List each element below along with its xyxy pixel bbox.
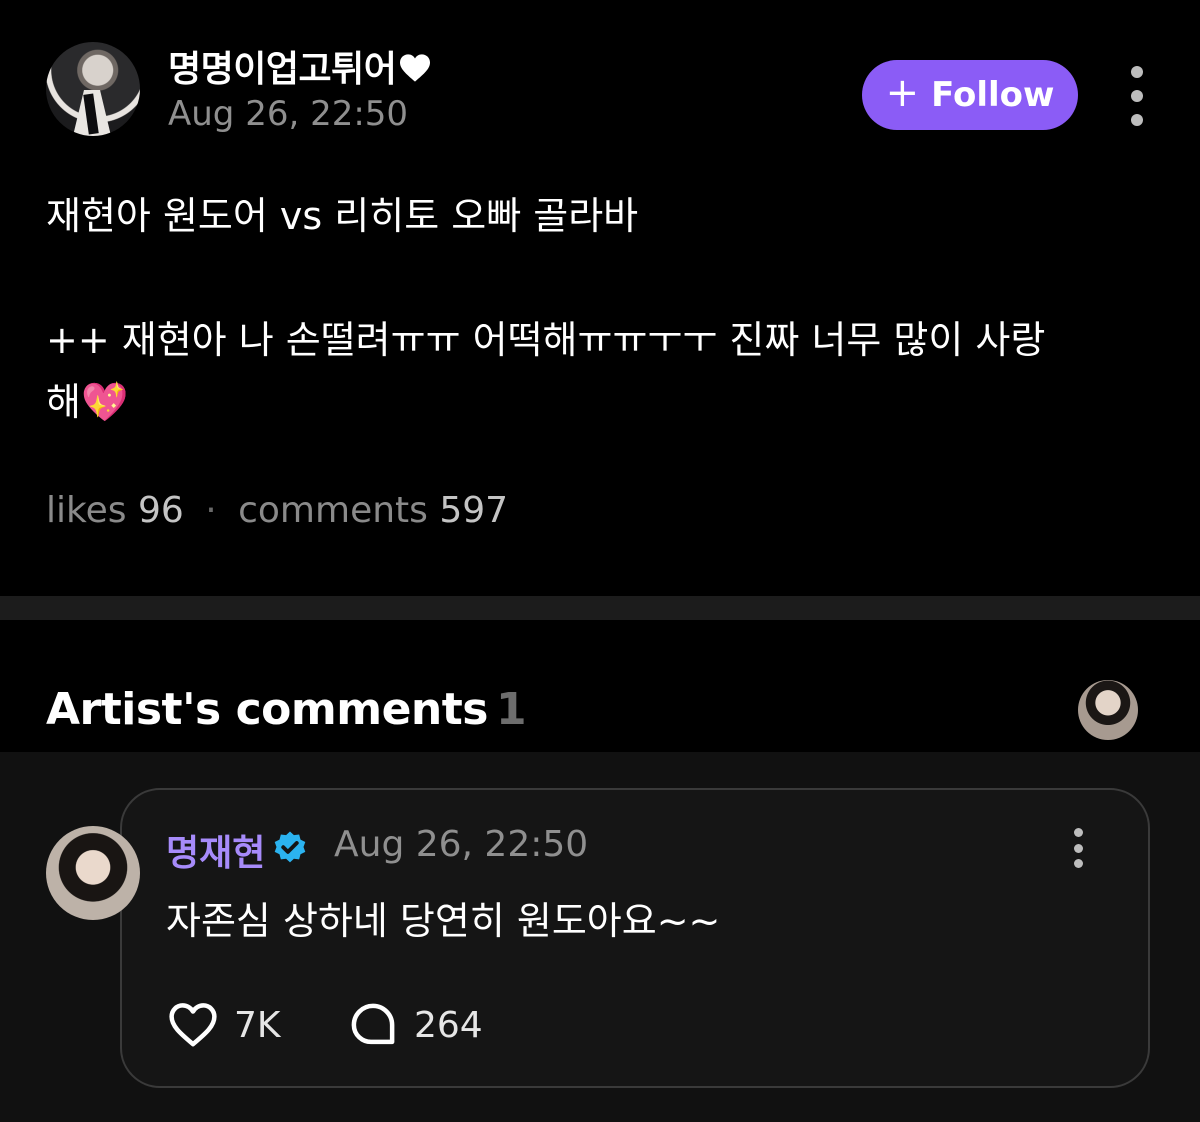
artist-comments-title-text: Artist's comments [46, 684, 488, 735]
comment-text: 자존심 상하네 당연히 원도아요~~ [166, 899, 721, 943]
post-body: 재현아 원도어 vs 리히토 오빠 골라바 ++ 재현아 나 손떨려ㅠㅠ 어떡해… [46, 185, 1156, 433]
commenter-avatar[interactable] [46, 826, 140, 920]
likes-label: likes [46, 490, 127, 531]
more-dot [1131, 114, 1143, 126]
reply-button[interactable]: 264 [346, 998, 483, 1052]
verified-badge-icon [274, 831, 306, 863]
more-dot [1073, 843, 1083, 853]
more-dot [1073, 828, 1083, 837]
like-count: 7K [234, 1004, 281, 1046]
comments-count: 597 [439, 490, 509, 531]
post-body-line: 재현아 원도어 vs 리히토 오빠 골라바 [46, 194, 639, 238]
reply-count: 264 [414, 1004, 483, 1046]
commenter-name[interactable]: 명재현 [166, 824, 265, 876]
post-timestamp: Aug 26, 22:50 [168, 94, 409, 134]
post-stats: likes 96 · comments 597 [46, 490, 508, 531]
more-dot [1073, 859, 1083, 868]
more-vertical-icon[interactable] [1126, 66, 1148, 126]
follow-label: Follow [931, 75, 1055, 115]
post-header: 명명이업고튀어 Aug 26, 22:50 + Follow [46, 40, 1156, 140]
post-body-line: ++ 재현아 나 손떨려ㅠㅠ 어떡해ㅠㅠㅜㅜ 진짜 너무 많이 사랑 [46, 318, 1046, 362]
like-button[interactable]: 7K [166, 998, 281, 1052]
author-name-text: 명명이업고튀어 [168, 49, 397, 90]
artist-comments-title: Artist's comments 1 [46, 684, 527, 735]
stats-separator: · [205, 490, 217, 531]
comment-more-vertical-icon[interactable] [1070, 828, 1086, 868]
comments-label: comments [238, 490, 428, 531]
section-divider [0, 596, 1200, 620]
artist-comments-count: 1 [495, 684, 527, 735]
heart-outline-icon [169, 1003, 217, 1047]
author-avatar[interactable] [46, 42, 140, 136]
more-dot [1131, 90, 1143, 102]
comment-timestamp: Aug 26, 22:50 [334, 824, 589, 865]
plus-icon: + [885, 70, 920, 116]
artist-avatar-thumbnail[interactable] [1078, 680, 1138, 740]
post-body-line: 해💖 [46, 380, 129, 424]
more-dot [1131, 66, 1143, 78]
comment-bubble-icon [351, 1003, 395, 1045]
post-detail-screen: 명명이업고튀어 Aug 26, 22:50 + Follow 재현아 원도어 v… [0, 0, 1200, 1122]
heart-icon [400, 54, 431, 82]
author-name[interactable]: 명명이업고튀어 [168, 40, 432, 92]
likes-count: 96 [137, 490, 184, 531]
follow-button[interactable]: + Follow [862, 60, 1078, 130]
